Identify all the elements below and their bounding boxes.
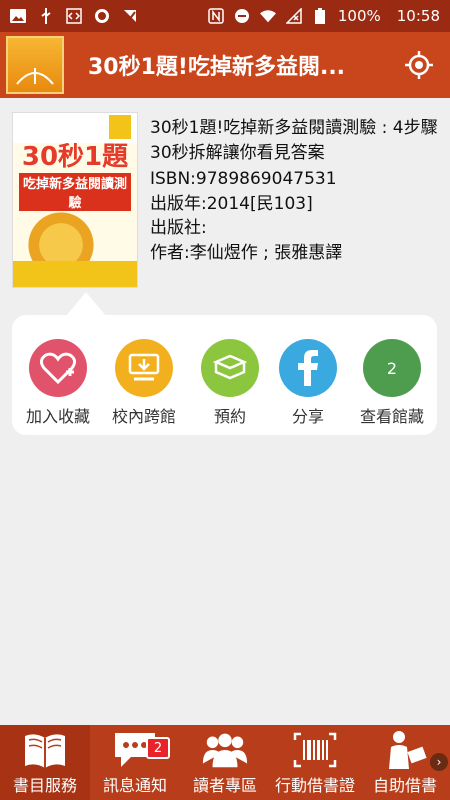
reserve-button[interactable]: 預約 bbox=[190, 339, 270, 427]
signal-icon bbox=[285, 8, 302, 24]
code-icon bbox=[66, 8, 82, 24]
record-icon bbox=[94, 8, 110, 24]
image-icon bbox=[10, 8, 26, 24]
share-label: 分享 bbox=[291, 407, 324, 426]
nav-self-checkout[interactable]: 自助借書 › bbox=[360, 725, 450, 800]
wifi-icon bbox=[259, 8, 276, 24]
cross-branch-button[interactable]: 校內跨館 bbox=[104, 339, 184, 427]
heart-plus-icon bbox=[29, 339, 87, 397]
book-icon bbox=[201, 339, 259, 397]
notification-count-badge: 2 bbox=[146, 737, 170, 759]
book-cover-image: 30秒1題 吃掉新多益閱讀測驗 bbox=[12, 112, 138, 288]
holdings-count-badge: 2 bbox=[363, 339, 421, 397]
nfc-icon bbox=[208, 8, 224, 24]
card-pointer bbox=[66, 292, 106, 316]
nav-self-checkout-label: 自助借書 bbox=[372, 776, 437, 795]
usb-icon bbox=[38, 8, 54, 24]
self-checkout-icon bbox=[381, 728, 429, 772]
nav-library-card-label: 行動借書證 bbox=[274, 776, 355, 795]
status-bar: 100% 10:58 bbox=[0, 0, 450, 32]
bottom-navigation: 書目服務 2 訊息通知 讀者專區 行動借書證 自助借書 › bbox=[0, 725, 450, 800]
nav-reader-label: 讀者專區 bbox=[192, 776, 257, 795]
clock: 10:58 bbox=[396, 7, 440, 25]
book-title: 30秒1題!吃掉新多益閱讀測驗 : 4步驟30秒拆解讓你看見答案 bbox=[150, 118, 438, 163]
check-icon bbox=[122, 8, 138, 24]
action-panel: 加入收藏 校內跨館 預約 分享 2 查看館藏 bbox=[12, 315, 437, 435]
book-year: 出版年:2014[民103] bbox=[150, 193, 313, 214]
cover-title: 30秒1題 bbox=[21, 142, 129, 172]
view-holdings-label: 查看館藏 bbox=[359, 407, 424, 426]
download-icon bbox=[115, 339, 173, 397]
barcode-icon bbox=[291, 728, 339, 772]
users-icon bbox=[201, 728, 249, 772]
add-favorite-button[interactable]: 加入收藏 bbox=[18, 339, 98, 427]
nav-mobile-library-card[interactable]: 行動借書證 bbox=[270, 725, 360, 800]
add-favorite-label: 加入收藏 bbox=[25, 407, 90, 426]
share-button[interactable]: 分享 bbox=[268, 339, 348, 427]
book-publisher: 出版社: bbox=[150, 218, 207, 238]
page-title: 30秒1題!吃掉新多益閱... bbox=[88, 55, 346, 80]
facebook-icon bbox=[279, 339, 337, 397]
open-book-icon bbox=[21, 728, 69, 772]
cross-branch-label: 校內跨館 bbox=[111, 407, 176, 426]
cover-subtitle: 吃掉新多益閱讀測驗 bbox=[19, 173, 131, 211]
nav-catalog-label: 書目服務 bbox=[12, 776, 77, 795]
nav-notifications[interactable]: 2 訊息通知 bbox=[90, 725, 180, 800]
nav-notifications-label: 訊息通知 bbox=[102, 776, 167, 795]
view-holdings-button[interactable]: 2 查看館藏 bbox=[352, 339, 432, 427]
scroll-right-icon[interactable]: › bbox=[430, 753, 448, 771]
library-logo[interactable] bbox=[6, 36, 64, 94]
locate-icon[interactable] bbox=[404, 50, 434, 80]
nav-catalog-service[interactable]: 書目服務 bbox=[0, 725, 90, 800]
app-bar: 30秒1題!吃掉新多益閱... bbox=[0, 32, 450, 98]
reserve-label: 預約 bbox=[213, 407, 246, 426]
do-not-disturb-icon bbox=[234, 8, 250, 24]
nav-reader-area[interactable]: 讀者專區 bbox=[180, 725, 270, 800]
book-details: 30秒1題!吃掉新多益閱讀測驗 : 4步驟30秒拆解讓你看見答案 ISBN:97… bbox=[150, 116, 445, 265]
battery-level: 100% bbox=[337, 7, 381, 25]
battery-icon bbox=[312, 8, 328, 24]
book-isbn: ISBN:9789869047531 bbox=[150, 169, 337, 189]
book-author: 作者:李仙煜作 ; 張雅惠譯 bbox=[150, 242, 343, 263]
